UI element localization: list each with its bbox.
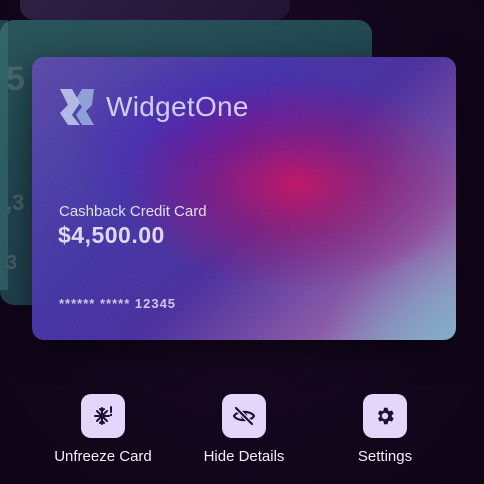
- unfreeze-card-button[interactable]: Unfreeze Card: [46, 394, 160, 465]
- hide-details-button[interactable]: Hide Details: [194, 394, 294, 465]
- back-card-glyph: 5: [6, 60, 25, 98]
- card-number: ****** ***** 12345: [59, 296, 177, 311]
- widgetone-logo-icon: [60, 89, 94, 125]
- back-card-glyph: ,3: [6, 190, 25, 215]
- snowflake-icon: [81, 394, 125, 438]
- card-balance: $4,500.00: [58, 222, 165, 248]
- credit-card[interactable]: WidgetOne Cashback Credit Card $4,500.00…: [32, 57, 456, 340]
- wallet-screen: 5 ,3 3 WidgetOne Cashback Credit Card $4…: [0, 0, 484, 484]
- settings-label: Settings: [357, 448, 413, 465]
- gear-icon: [363, 394, 407, 438]
- stacked-card-top[interactable]: [20, 0, 290, 20]
- brand-name: WidgetOne: [106, 91, 249, 122]
- card-brand: WidgetOne: [58, 85, 249, 129]
- eye-off-icon: [222, 394, 266, 438]
- card-actions: Unfreeze Card Hide Details Settings: [0, 394, 484, 474]
- unfreeze-card-label: Unfreeze Card: [54, 448, 152, 465]
- card-type-label: Cashback Credit Card: [59, 203, 207, 220]
- hide-details-label: Hide Details: [203, 448, 285, 465]
- settings-button[interactable]: Settings: [335, 394, 435, 465]
- card-edge: [0, 20, 8, 290]
